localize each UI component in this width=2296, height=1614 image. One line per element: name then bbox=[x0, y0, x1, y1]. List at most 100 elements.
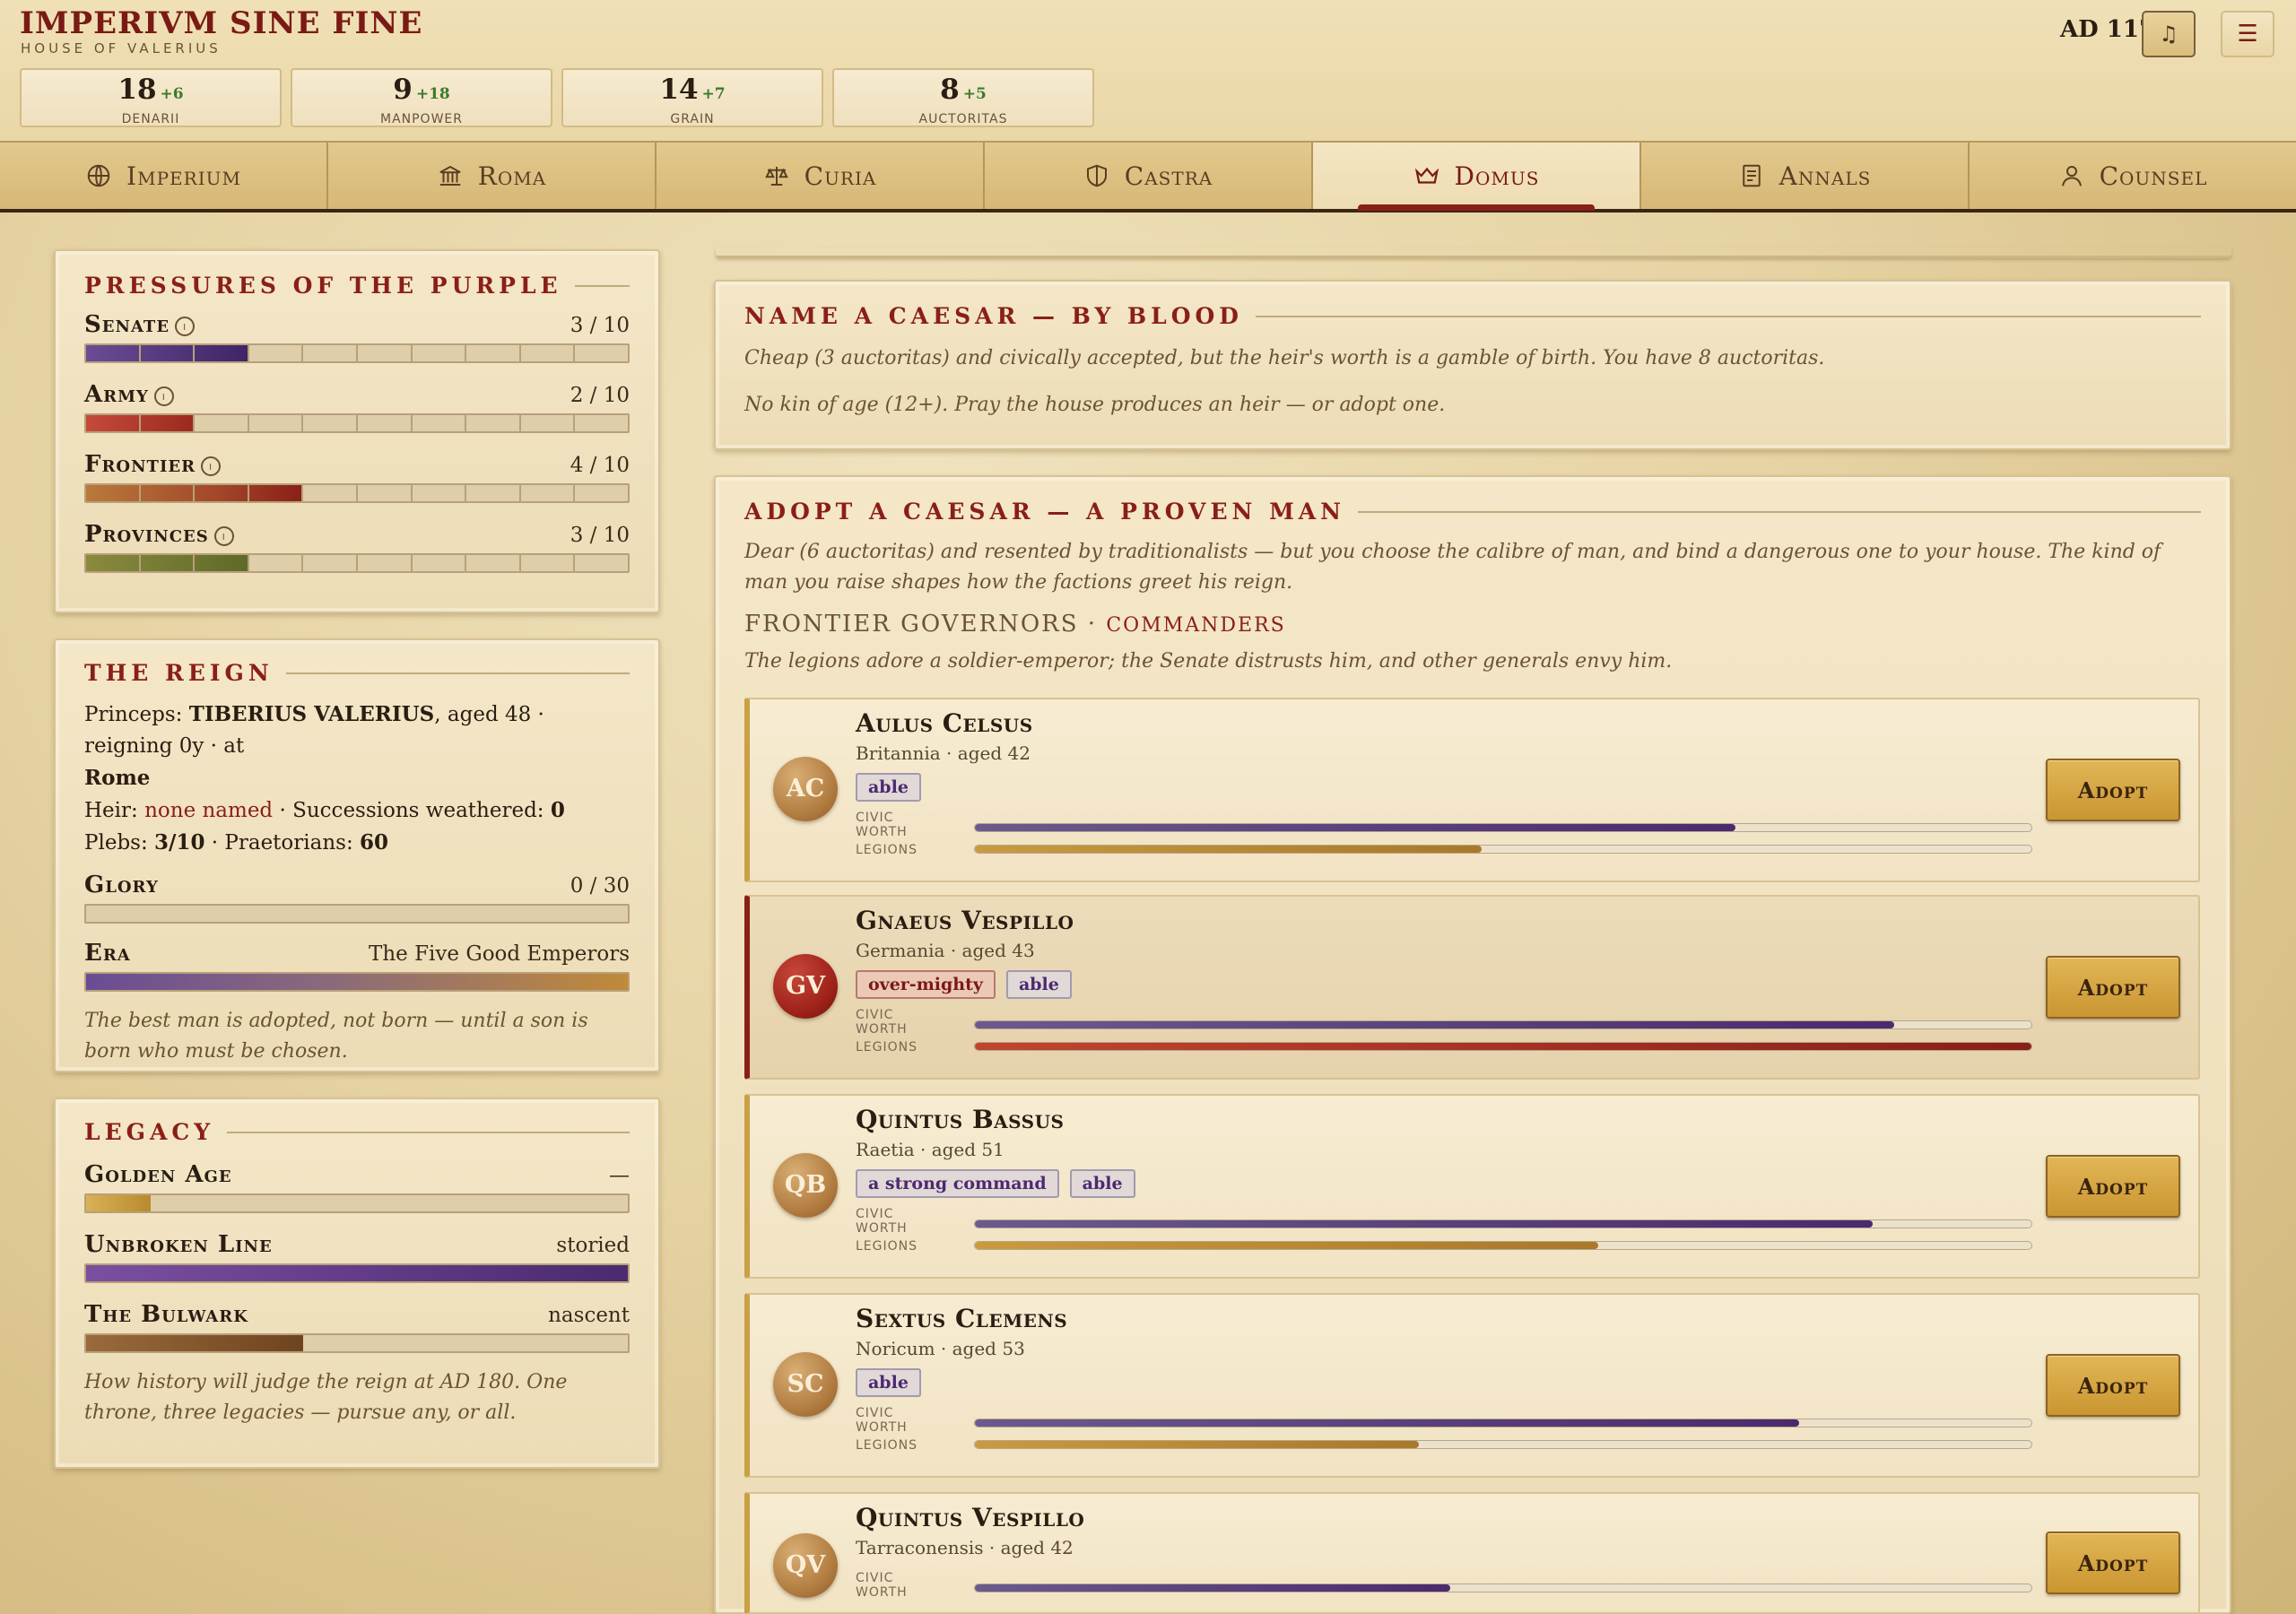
pressure-name: Provinces i bbox=[84, 521, 234, 548]
title-rule bbox=[574, 284, 630, 287]
legacy-bulwark: The Bulwark nascent bbox=[84, 1301, 630, 1353]
group-heading: FRONTIER GOVERNORS · COMMANDERS bbox=[744, 611, 1286, 638]
tab-roma[interactable]: Roma bbox=[328, 143, 657, 209]
candidate-name: Quintus Bassus bbox=[856, 1105, 1065, 1134]
adopt-button[interactable]: Adopt bbox=[2046, 1532, 2180, 1594]
legacy-name: Unbroken Line bbox=[84, 1231, 273, 1258]
legacy-meter bbox=[84, 1193, 630, 1213]
candidate-avatar: AC bbox=[773, 757, 838, 821]
legacy-value: storied bbox=[556, 1234, 630, 1257]
candidate-meta: Germania · aged 43 bbox=[856, 940, 1035, 961]
legions-label: LEGIONS bbox=[856, 1438, 918, 1453]
glory-row: Glory 0 / 30 bbox=[84, 872, 630, 924]
title-rule bbox=[1358, 510, 2201, 513]
tab-curia[interactable]: Curia bbox=[657, 143, 985, 209]
stat-label: AUCTORITAS bbox=[918, 112, 1008, 126]
bar-fill bbox=[975, 824, 1736, 831]
hamburger-menu-icon: ☰ bbox=[2237, 21, 2258, 48]
princeps-line: Princeps: TIBERIUS VALERIUS, aged 48 · r… bbox=[84, 702, 544, 790]
pressure-senate: Senate i 3 / 10 bbox=[84, 311, 630, 363]
title-rule bbox=[227, 1131, 630, 1133]
pressure-name: Senate i bbox=[84, 311, 196, 338]
info-icon[interactable]: i bbox=[153, 386, 174, 406]
main-tabs: Imperium Roma Curia Castra Domus Annals … bbox=[0, 141, 2296, 213]
stat-manpower: 9 +18 MANPOWER bbox=[291, 68, 552, 127]
legacy-unbroken-line: Unbroken Line storied bbox=[84, 1231, 630, 1283]
pressure-meter bbox=[84, 553, 630, 573]
candidate-name: Quintus Vespillo bbox=[856, 1503, 1085, 1532]
main-menu-button[interactable]: ☰ bbox=[2221, 11, 2274, 57]
panel-title: ADOPT A CAESAR — A PROVEN MAN bbox=[744, 499, 2201, 525]
bar-fill bbox=[975, 1043, 2031, 1050]
game-title: IMPERIVM SINE FINE bbox=[20, 5, 423, 41]
legions-bar bbox=[974, 1241, 2032, 1250]
legions-bar bbox=[974, 1440, 2032, 1449]
person-icon bbox=[2061, 166, 2082, 187]
civic-worth-bar bbox=[974, 1020, 2032, 1029]
music-toggle-button[interactable]: ♫ bbox=[2142, 11, 2196, 57]
candidate-meta: Tarraconensis · aged 42 bbox=[856, 1537, 1074, 1558]
tab-domus[interactable]: Domus bbox=[1313, 143, 1641, 211]
bar-fill bbox=[975, 1441, 1419, 1448]
trait-badge: over-mighty bbox=[856, 970, 996, 999]
adopt-button[interactable]: Adopt bbox=[2046, 1155, 2180, 1218]
legions-label: LEGIONS bbox=[856, 843, 918, 857]
trait-badge: a strong command bbox=[856, 1169, 1059, 1198]
civic-worth-bar bbox=[974, 1419, 2032, 1427]
civic-worth-label: CIVIC WORTH bbox=[856, 1406, 908, 1435]
stat-delta: +18 bbox=[415, 85, 450, 103]
shield-icon bbox=[1086, 164, 1107, 187]
adopt-button[interactable]: Adopt bbox=[2046, 956, 2180, 1019]
legacy-meter bbox=[84, 1263, 630, 1283]
candidate-card: AC Aulus Celsus Britannia · aged 42 able CIV… bbox=[744, 698, 2200, 882]
successions-value: 0 bbox=[550, 798, 565, 822]
tab-imperium[interactable]: Imperium bbox=[0, 143, 328, 209]
info-icon[interactable]: i bbox=[213, 526, 234, 546]
candidate-card: GV Gnaeus Vespillo Germania · aged 43 over-… bbox=[744, 895, 2200, 1080]
pressure-name: Frontier i bbox=[84, 451, 222, 478]
info-icon[interactable]: i bbox=[201, 456, 222, 476]
legacy-quote: How history will judge the reign at AD 1… bbox=[84, 1371, 568, 1424]
heir-value: none named bbox=[144, 799, 274, 822]
scales-icon bbox=[764, 167, 788, 186]
praetorians-value: 60 bbox=[360, 830, 389, 855]
glory-value: 0 / 30 bbox=[570, 874, 630, 898]
panel-title: THE REIGN bbox=[84, 660, 630, 686]
legions-label: LEGIONS bbox=[856, 1040, 918, 1054]
heir-line: Heir: none named · Successions weathered… bbox=[84, 798, 565, 822]
music-note-icon: ♫ bbox=[2159, 22, 2179, 47]
tab-castra[interactable]: Castra bbox=[985, 143, 1313, 209]
candidate-avatar: QV bbox=[773, 1533, 838, 1598]
legacy-name: The Bulwark bbox=[84, 1301, 248, 1328]
legacy-value: — bbox=[609, 1164, 630, 1187]
legacy-golden-age: Golden Age — bbox=[84, 1161, 630, 1213]
pressures-panel: PRESSURES OF THE PURPLE Senate i 3 / 10 Ar… bbox=[54, 249, 660, 613]
legacy-meter bbox=[84, 1333, 630, 1353]
adopt-button[interactable]: Adopt bbox=[2046, 1354, 2180, 1417]
legacy-panel: LEGACY Golden Age — Unbroken Line storied … bbox=[54, 1098, 660, 1469]
group-tag: COMMANDERS bbox=[1106, 614, 1286, 637]
tab-annals[interactable]: Annals bbox=[1641, 143, 1970, 209]
candidate-tags: able bbox=[856, 1368, 921, 1397]
tab-label: Imperium bbox=[126, 161, 241, 191]
group-desc: The legions adore a soldier-emperor; the… bbox=[744, 650, 1673, 672]
candidate-avatar: QB bbox=[773, 1153, 838, 1218]
legions-label: LEGIONS bbox=[856, 1239, 918, 1254]
bar-fill bbox=[975, 1584, 1451, 1592]
candidate-avatar: SC bbox=[773, 1352, 838, 1417]
reign-quote: The best man is adopted, not born — unti… bbox=[84, 1010, 588, 1063]
candidate-tags: able bbox=[856, 773, 921, 802]
meter-ticks bbox=[86, 555, 628, 571]
tab-label: Counsel bbox=[2099, 161, 2208, 191]
stat-value: 18 bbox=[117, 74, 157, 106]
meter-ticks bbox=[86, 415, 628, 431]
era-value: The Five Good Emperors bbox=[369, 942, 630, 966]
adopt-button[interactable]: Adopt bbox=[2046, 759, 2180, 821]
candidate-avatar: GV bbox=[773, 954, 838, 1019]
trait-badge: able bbox=[1005, 970, 1072, 999]
pressure-meter bbox=[84, 413, 630, 433]
info-icon[interactable]: i bbox=[175, 317, 196, 336]
tab-counsel[interactable]: Counsel bbox=[1970, 143, 2296, 209]
stat-grain: 14 +7 GRAIN bbox=[561, 68, 823, 127]
blood-note: No kin of age (12+). Pray the house prod… bbox=[744, 394, 1446, 416]
